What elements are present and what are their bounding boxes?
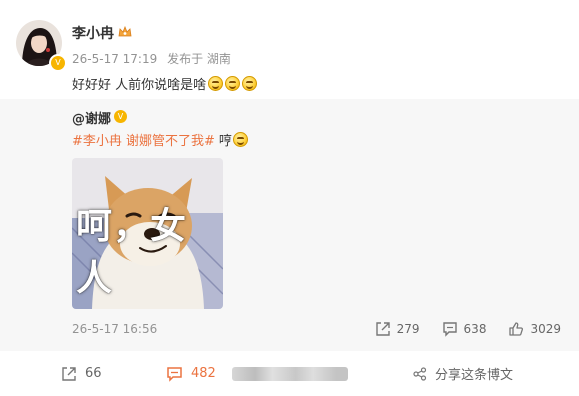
repost-share-count: 279 (396, 322, 420, 336)
repost-image-shiba[interactable]: 呵，女人 (72, 158, 223, 309)
image-caption: 呵，女人 (76, 206, 188, 299)
like-count-blurred (232, 366, 348, 381)
comment-icon (442, 322, 457, 337)
reposted-post[interactable]: @谢娜 V #李小冉 谢娜管不了我# 哼 呵，女人 26-5-17 16:56 … (0, 99, 579, 351)
repost-author-name[interactable]: @谢娜 (72, 108, 111, 127)
repost-comment-stat[interactable]: 638 (442, 321, 487, 337)
repost-button[interactable]: 66 (61, 351, 102, 396)
post-action-bar: 66 482 分享这条博文 (0, 351, 579, 396)
comment-count: 482 (191, 366, 216, 381)
post-time[interactable]: 26-5-17 17:19 (72, 52, 157, 66)
post-content: 好好好 人前你说啥是啥 (72, 74, 258, 93)
verified-badge-icon: V (49, 54, 67, 72)
repost-count: 66 (85, 366, 102, 381)
weibo-post-card: V 李小冉 26-5-17 17:19 发布于 湖南 好好好 人前你说啥是啥 @… (0, 0, 579, 396)
grin-emoji-icon (242, 76, 258, 91)
verified-badge-icon: V (114, 110, 127, 123)
comment-icon (167, 366, 182, 382)
author-name[interactable]: 李小冉 (72, 23, 114, 43)
share-button[interactable]: 分享这条博文 (413, 351, 513, 396)
repost-time[interactable]: 26-5-17 16:56 (72, 322, 157, 336)
share-label: 分享这条博文 (435, 368, 514, 383)
comment-button[interactable]: 482 (166, 351, 216, 396)
grin-emoji-icon (225, 76, 241, 91)
post-text: 好好好 人前你说啥是啥 (72, 78, 207, 93)
hashtag-link[interactable]: #李小冉 谢娜管不了我# (72, 130, 215, 149)
like-button[interactable] (232, 351, 348, 396)
repost-comment-count: 638 (463, 322, 487, 336)
repost-stats: 279 638 3029 (353, 321, 561, 337)
grin-emoji-icon (208, 76, 224, 91)
share-icon (413, 366, 427, 381)
post-meta: 26-5-17 17:19 发布于 湖南 (72, 50, 237, 67)
smirk-emoji-icon (232, 132, 248, 147)
repost-content: #李小冉 谢娜管不了我# 哼 (72, 130, 248, 149)
repost-icon (62, 366, 76, 381)
thumbs-up-icon (509, 322, 524, 336)
crown-icon (118, 26, 132, 37)
post-location: 发布于 湖南 (167, 52, 231, 66)
repost-text: 哼 (218, 134, 232, 149)
repost-icon (375, 322, 390, 336)
repost-like-stat[interactable]: 3029 (508, 321, 561, 337)
repost-like-count: 3029 (530, 322, 561, 336)
repost-share-stat[interactable]: 279 (375, 321, 420, 337)
